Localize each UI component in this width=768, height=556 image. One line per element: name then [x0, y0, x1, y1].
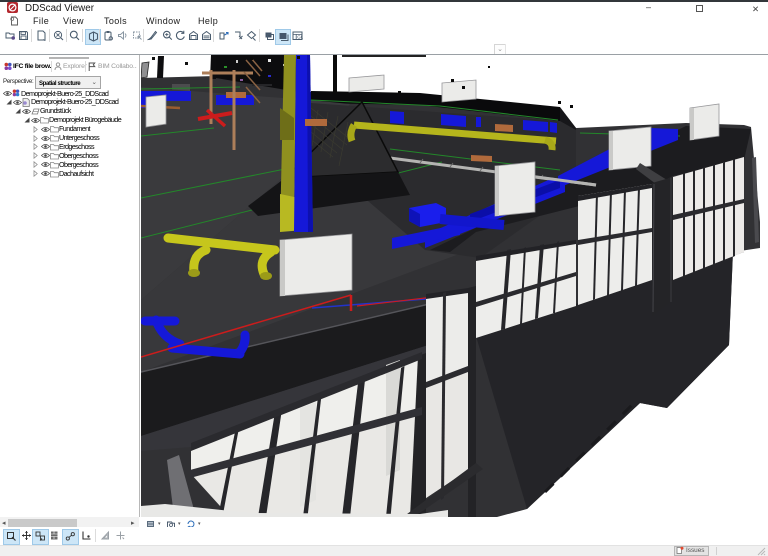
svg-text:GL: GL: [297, 35, 303, 40]
